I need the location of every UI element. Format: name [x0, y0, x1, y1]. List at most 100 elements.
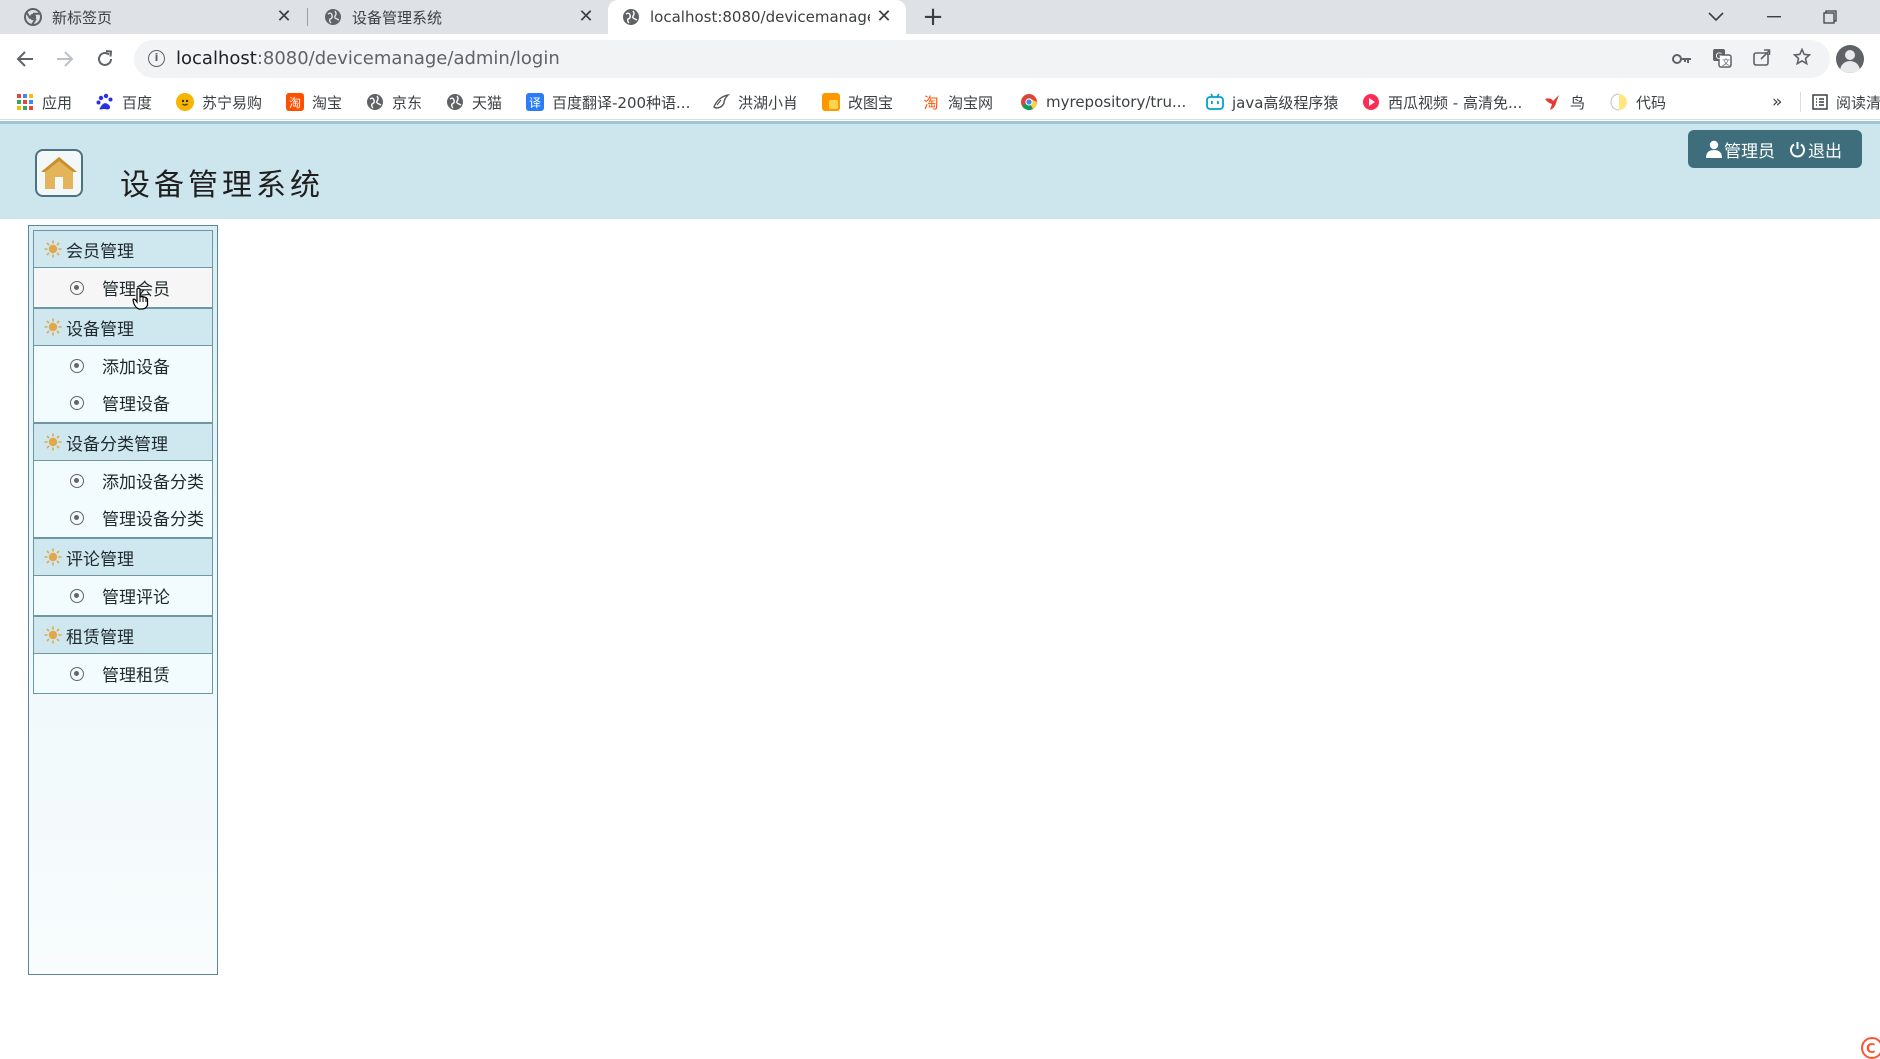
logout-button[interactable]: 退出 [1789, 137, 1842, 162]
close-icon[interactable]: ✕ [274, 7, 294, 27]
close-icon[interactable]: ✕ [576, 7, 596, 27]
tab-title: localhost:8080/devicemanage/admin/login [650, 8, 870, 26]
menu-group-label: 评论管理 [66, 549, 134, 570]
menu-group-comment[interactable]: 评论管理 [33, 538, 213, 576]
bookmark-label: 苏宁易购 [202, 93, 263, 112]
bookmark-baidu[interactable]: 百度 [96, 92, 152, 112]
menu-item-label: 添加设备分类 [102, 473, 204, 493]
bookmark-taobao[interactable]: 淘 淘宝 [286, 92, 342, 112]
logout-label: 退出 [1808, 141, 1842, 162]
address-bar[interactable]: i localhost:8080/devicemanage/admin/logi… [134, 40, 1830, 78]
menu-item-manage-members[interactable]: 管理会员 [34, 269, 212, 306]
globe-icon [446, 93, 464, 111]
share-icon[interactable] [1750, 48, 1774, 72]
bookmark-label: java高级程序猿 [1232, 93, 1339, 112]
bookmarks-divider [1800, 92, 1801, 112]
forward-arrow-icon[interactable] [48, 42, 82, 76]
menu-group-rental[interactable]: 租赁管理 [33, 616, 213, 654]
bookmark-jd[interactable]: 京东 [366, 92, 422, 112]
menu-item-add-device-category[interactable]: 添加设备分类 [34, 462, 212, 499]
chrome-icon [24, 8, 42, 26]
menu-item-manage-devices[interactable]: 管理设备 [34, 384, 212, 421]
taobao-icon: 淘 [923, 93, 939, 112]
menu-group-label: 会员管理 [66, 241, 134, 262]
bookmark-code[interactable]: 代码 [1610, 92, 1666, 112]
profile-avatar-icon[interactable] [1836, 45, 1864, 73]
bookmark-label: 应用 [42, 93, 73, 112]
svg-text:文: 文 [1722, 57, 1730, 67]
bookmark-gaitubao[interactable]: 改图宝 [822, 92, 893, 112]
user-toolbar: 管理员 退出 [1688, 130, 1862, 168]
minimize-button[interactable] [1746, 0, 1802, 34]
menu-item-manage-device-categories[interactable]: 管理设备分类 [34, 499, 212, 536]
svg-text:C: C [1866, 1042, 1876, 1057]
bookmark-xigua[interactable]: 西瓜视频 - 高清免... [1362, 92, 1522, 112]
restore-button[interactable] [1802, 0, 1858, 34]
menu-group-items: 管理评论 [33, 576, 213, 616]
radio-bullet-icon [70, 666, 84, 681]
apps-grid-icon [16, 93, 34, 111]
bookmark-label: myrepository/tru... [1046, 93, 1187, 111]
url-text: localhost:8080/devicemanage/admin/login [176, 48, 560, 69]
tab-title: 设备管理系统 [352, 8, 443, 27]
code-icon [1610, 93, 1628, 111]
sun-icon [44, 240, 62, 258]
menu-group-device[interactable]: 设备管理 [33, 308, 213, 346]
sun-icon [44, 433, 62, 451]
menu-group-member[interactable]: 会员管理 [33, 230, 213, 268]
menu-group-items: 管理会员 [33, 268, 213, 308]
bookmark-taobao-net[interactable]: 淘 淘宝网 [922, 92, 993, 112]
bird-icon [712, 93, 730, 111]
bookmark-apps[interactable]: 应用 [16, 92, 72, 112]
mouse-cursor-hand-icon [132, 287, 149, 310]
menu-group-device-category[interactable]: 设备分类管理 [33, 423, 213, 461]
admin-user-link[interactable]: 管理员 [1706, 137, 1775, 162]
back-arrow-icon[interactable] [8, 42, 42, 76]
menu-group-items: 添加设备分类 管理设备分类 [33, 461, 213, 538]
menu-item-label: 管理评论 [102, 588, 170, 608]
tab-new-tab[interactable]: 新标签页 ✕ [0, 0, 306, 34]
tab-device-system[interactable]: 设备管理系统 ✕ [308, 0, 608, 34]
close-icon[interactable]: ✕ [874, 7, 894, 27]
bookmark-tmall[interactable]: 天猫 [446, 92, 502, 112]
bookmark-myrepository[interactable]: myrepository/tru... [1020, 92, 1186, 112]
tab-title: 新标签页 [52, 8, 113, 27]
tab-search-chevron-icon[interactable] [1688, 0, 1744, 34]
menu-item-add-device[interactable]: 添加设备 [34, 347, 212, 384]
globe-icon [622, 8, 640, 26]
csdn-float-icon[interactable]: C [1858, 1037, 1880, 1059]
key-icon[interactable] [1670, 48, 1694, 72]
bookmark-java[interactable]: java高级程序猿 [1206, 92, 1338, 112]
gaitubao-icon [822, 93, 840, 111]
bookmarks-overflow-button[interactable]: » [1772, 92, 1782, 112]
bookmarks-bar: 应用 百度 苏宁易购 淘 淘宝 京东 天猫 译 百度翻译-200种语... 洪湖… [0, 84, 1880, 120]
bookmark-baidu-translate[interactable]: 译 百度翻译-200种语... [526, 92, 690, 112]
radio-bullet-icon [70, 358, 84, 373]
translate-icon[interactable]: G文 [1710, 48, 1734, 72]
chrome-color-icon [1020, 93, 1038, 111]
browser-toolbar: i localhost:8080/devicemanage/admin/logi… [0, 34, 1880, 84]
bookmark-label: 京东 [392, 93, 423, 112]
menu-item-manage-rentals[interactable]: 管理租赁 [34, 655, 212, 692]
home-logo-icon[interactable] [35, 149, 83, 197]
bookmark-label: 西瓜视频 - 高清免... [1388, 93, 1523, 112]
main-content-frame [224, 219, 1880, 972]
sidebar: 会员管理 管理会员 设备管理 添加设备 管理设备 设备分类管理 添加设备分类 管… [28, 225, 218, 975]
bookmark-bird[interactable]: 鸟 [1544, 92, 1585, 112]
browser-tab-strip: 新标签页 ✕ 设备管理系统 ✕ localhost:8080/deviceman… [0, 0, 1880, 34]
user-icon [1706, 140, 1722, 158]
bookmark-suning[interactable]: 苏宁易购 [176, 92, 262, 112]
menu-group-label: 设备分类管理 [66, 434, 168, 455]
reload-icon[interactable] [88, 42, 122, 76]
admin-label: 管理员 [1724, 141, 1775, 162]
reading-list-button[interactable]: 阅读清单 [1812, 92, 1880, 112]
site-info-icon[interactable]: i [148, 50, 165, 67]
new-tab-button[interactable]: + [918, 2, 948, 32]
bilibili-icon [1206, 93, 1224, 111]
bookmark-label: 淘宝网 [948, 93, 994, 112]
tab-active-login[interactable]: localhost:8080/devicemanage/admin/login … [608, 0, 906, 34]
bookmark-star-icon[interactable] [1790, 47, 1814, 72]
menu-item-manage-comments[interactable]: 管理评论 [34, 577, 212, 614]
bookmark-honghu[interactable]: 洪湖小肖 [712, 92, 798, 112]
radio-bullet-icon [70, 588, 84, 603]
